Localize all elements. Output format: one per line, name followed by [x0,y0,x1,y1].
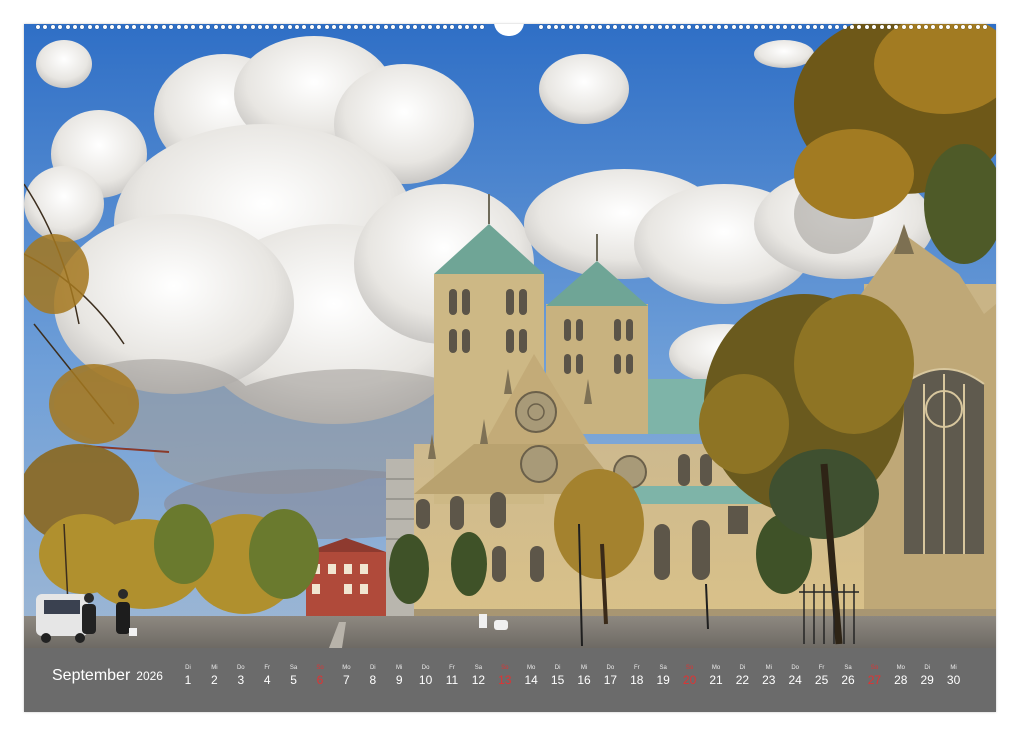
day-abbr: Mo [896,665,905,671]
day-cell-6: So 6 [307,664,333,688]
day-number: 14 [524,673,538,687]
day-number: 26 [841,673,855,687]
day-cell-29: Di 29 [914,664,940,688]
day-abbr: So [501,665,509,671]
day-cell-10: Do 10 [413,664,439,688]
day-number: 27 [867,673,882,687]
day-cell-2: Mi 2 [201,664,227,688]
day-abbr: Mi [396,665,403,671]
day-abbr: Di [739,665,746,671]
day-abbr: Do [236,665,245,671]
day-abbr: So [685,665,694,671]
day-abbr: Mi [580,665,588,671]
plaza [24,616,996,648]
day-cell-1: Di 1 [175,664,201,688]
day-cell-22: Di 22 [729,664,755,688]
day-abbr: Mo [342,665,351,671]
day-abbr: Fr [633,665,640,671]
day-number: 30 [946,673,961,687]
day-abbr: Di [924,665,931,671]
day-number: 9 [395,673,403,687]
day-number: 15 [550,673,565,687]
year-label: 2026 [136,669,163,683]
day-number: 23 [762,673,776,687]
day-number: 3 [237,673,245,687]
day-cell-15: Di 15 [545,664,571,688]
day-number: 1 [184,673,192,687]
day-cell-4: Fr 4 [254,664,280,688]
day-cell-3: Do 3 [228,664,254,688]
day-abbr: Do [791,665,800,671]
day-abbr: Sa [659,665,667,671]
day-number: 18 [630,673,644,687]
day-number: 24 [788,673,802,687]
day-number: 16 [577,673,591,687]
day-cell-16: Mi 16 [571,664,597,688]
day-number: 6 [316,673,324,687]
day-number: 5 [290,673,297,687]
day-cell-24: Do 24 [782,664,808,688]
cathedral-photo [24,24,996,648]
month-name: September [52,667,131,684]
day-abbr: Mo [527,665,536,671]
day-number: 2 [211,673,218,687]
day-abbr: So [316,665,324,671]
day-cell-28: Mo 28 [888,664,914,688]
day-abbr: Mi [211,665,218,671]
day-abbr: Fr [264,665,271,671]
day-number: 17 [603,673,618,687]
day-cell-26: Sa 26 [835,664,861,688]
day-number: 25 [814,673,829,687]
day-number: 7 [343,673,350,687]
day-abbr: Do [606,665,615,671]
day-abbr: Di [369,665,376,671]
day-abbr: Fr [818,665,825,671]
day-number: 13 [498,673,512,687]
day-abbr: Sa [474,665,483,671]
day-cell-13: So 13 [492,664,518,688]
day-number: 28 [894,673,908,687]
day-cell-12: Sa 12 [465,664,491,688]
day-number: 22 [735,673,750,687]
day-number: 20 [682,673,697,687]
day-cell-21: Mo 21 [703,664,729,688]
day-number: 11 [445,673,459,687]
day-abbr: Sa [289,665,298,671]
day-cell-17: Do 17 [597,664,623,688]
day-cell-9: Mi 9 [386,664,412,688]
day-abbr: Di [185,665,191,671]
day-number: 12 [471,673,486,687]
day-cell-11: Fr 11 [439,664,465,688]
day-number: 10 [418,673,433,687]
day-abbr: Fr [449,665,455,671]
day-number: 21 [709,673,723,687]
day-cell-20: So 20 [677,664,703,688]
day-cell-19: Sa 19 [650,664,676,688]
month-label: September 2026 [52,667,163,685]
day-cell-25: Fr 25 [809,664,835,688]
day-abbr: So [870,665,879,671]
day-cell-7: Mo 7 [333,664,359,688]
calendar-page: September 2026 Di 1 Mi 2 Do 3 Fr 4 Sa 5 So 6 Mo 7 Di 8 M… [24,24,996,712]
day-abbr: Mi [765,665,772,671]
day-cell-27: So 27 [861,664,887,688]
day-abbr: Mi [950,665,957,671]
day-number: 4 [263,673,271,687]
day-abbr: Mo [711,665,721,671]
day-abbr: Sa [844,665,852,671]
day-cell-5: Sa 5 [281,664,307,688]
date-strip: September 2026 Di 1 Mi 2 Do 3 Fr 4 Sa 5 So 6 Mo 7 Di 8 M… [24,648,996,712]
day-abbr: Di [554,665,561,671]
day-number: 8 [369,673,377,687]
day-cell-14: Mo 14 [518,664,544,688]
day-abbr: Do [421,665,430,671]
day-cell-8: Di 8 [360,664,386,688]
day-cell-18: Fr 18 [624,664,650,688]
day-cell-30: Mi 30 [941,664,967,688]
day-number: 29 [920,673,934,687]
day-cell-23: Mi 23 [756,664,782,688]
day-number: 19 [656,673,670,687]
